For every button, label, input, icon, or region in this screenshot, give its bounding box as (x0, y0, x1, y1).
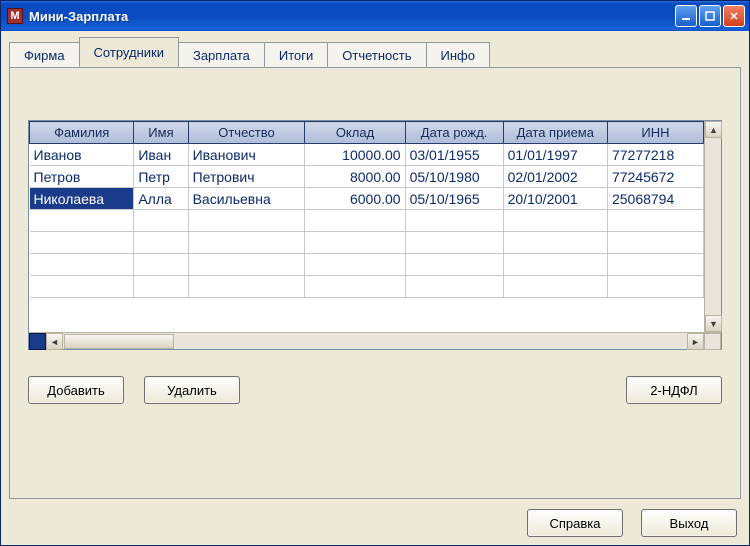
scroll-track[interactable] (705, 138, 721, 315)
table-row[interactable]: Петров Петр Петрович 8000.00 05/10/1980 … (30, 166, 704, 188)
close-button[interactable]: ✕ (723, 5, 745, 27)
scroll-right-icon[interactable]: ► (687, 333, 704, 350)
maximize-button[interactable] (699, 5, 721, 27)
horizontal-scrollbar[interactable]: ◄ ► (29, 332, 721, 349)
table-row[interactable]: Николаева Алла Васильевна 6000.00 05/10/… (30, 188, 704, 210)
app-icon: M (7, 8, 23, 24)
tab-employees[interactable]: Сотрудники (79, 37, 179, 67)
cell-birth[interactable]: 03/01/1955 (405, 144, 503, 166)
col-salary[interactable]: Оклад (305, 122, 405, 144)
employee-grid[interactable]: Фамилия Имя Отчество Оклад Дата рожд. Да… (28, 120, 722, 350)
delete-button[interactable]: Удалить (144, 376, 240, 404)
col-lastname[interactable]: Фамилия (30, 122, 134, 144)
table-row[interactable] (30, 210, 704, 232)
cell-inn[interactable]: 77245672 (607, 166, 703, 188)
tab-firm[interactable]: Фирма (9, 42, 80, 68)
cell-birth[interactable]: 05/10/1965 (405, 188, 503, 210)
table-row[interactable] (30, 276, 704, 298)
table-row[interactable] (30, 232, 704, 254)
tab-info[interactable]: Инфо (426, 42, 490, 68)
exit-button[interactable]: Выход (641, 509, 737, 537)
cell-patronymic[interactable]: Петрович (188, 166, 305, 188)
scroll-corner (704, 333, 721, 350)
cell-lastname[interactable]: Николаева (30, 188, 134, 210)
cell-inn[interactable]: 77277218 (607, 144, 703, 166)
cell-hire[interactable]: 20/10/2001 (503, 188, 607, 210)
tabstrip: Фирма Сотрудники Зарплата Итоги Отчетнос… (9, 37, 741, 67)
add-button[interactable]: Добавить (28, 376, 124, 404)
col-birth[interactable]: Дата рожд. (405, 122, 503, 144)
tab-reports[interactable]: Отчетность (327, 42, 426, 68)
grid-header-row: Фамилия Имя Отчество Оклад Дата рожд. Да… (30, 122, 704, 144)
window-title: Мини-Зарплата (29, 9, 675, 24)
tab-totals[interactable]: Итоги (264, 42, 328, 68)
minimize-button[interactable] (675, 5, 697, 27)
cell-patronymic[interactable]: Иванович (188, 144, 305, 166)
scroll-thumb[interactable] (64, 334, 174, 349)
cell-birth[interactable]: 05/10/1980 (405, 166, 503, 188)
col-hire[interactable]: Дата приема (503, 122, 607, 144)
cell-hire[interactable]: 02/01/2002 (503, 166, 607, 188)
cell-salary[interactable]: 6000.00 (305, 188, 405, 210)
col-inn[interactable]: ИНН (607, 122, 703, 144)
cell-salary[interactable]: 10000.00 (305, 144, 405, 166)
cell-lastname[interactable]: Иванов (30, 144, 134, 166)
table-row[interactable]: Иванов Иван Иванович 10000.00 03/01/1955… (30, 144, 704, 166)
cell-firstname[interactable]: Иван (134, 144, 188, 166)
col-firstname[interactable]: Имя (134, 122, 188, 144)
tab-salary[interactable]: Зарплата (178, 42, 265, 68)
ndfl-button[interactable]: 2-НДФЛ (626, 376, 722, 404)
scroll-up-icon[interactable]: ▲ (705, 121, 722, 138)
cell-salary[interactable]: 8000.00 (305, 166, 405, 188)
table-row[interactable] (30, 254, 704, 276)
col-patronymic[interactable]: Отчество (188, 122, 305, 144)
help-button[interactable]: Справка (527, 509, 623, 537)
cell-lastname[interactable]: Петров (30, 166, 134, 188)
cell-inn[interactable]: 25068794 (607, 188, 703, 210)
scroll-left-icon[interactable]: ◄ (46, 333, 63, 350)
record-indicator-icon (29, 333, 46, 350)
cell-hire[interactable]: 01/01/1997 (503, 144, 607, 166)
scroll-track[interactable] (175, 333, 687, 349)
vertical-scrollbar[interactable]: ▲ ▼ (704, 121, 721, 332)
titlebar[interactable]: M Мини-Зарплата ✕ (1, 1, 749, 31)
tabpanel-employees: Фамилия Имя Отчество Оклад Дата рожд. Да… (9, 67, 741, 499)
cell-firstname[interactable]: Алла (134, 188, 188, 210)
app-window: M Мини-Зарплата ✕ Фирма Сотрудники Зарпл… (0, 0, 750, 546)
scroll-down-icon[interactable]: ▼ (705, 315, 722, 332)
cell-patronymic[interactable]: Васильевна (188, 188, 305, 210)
cell-firstname[interactable]: Петр (134, 166, 188, 188)
